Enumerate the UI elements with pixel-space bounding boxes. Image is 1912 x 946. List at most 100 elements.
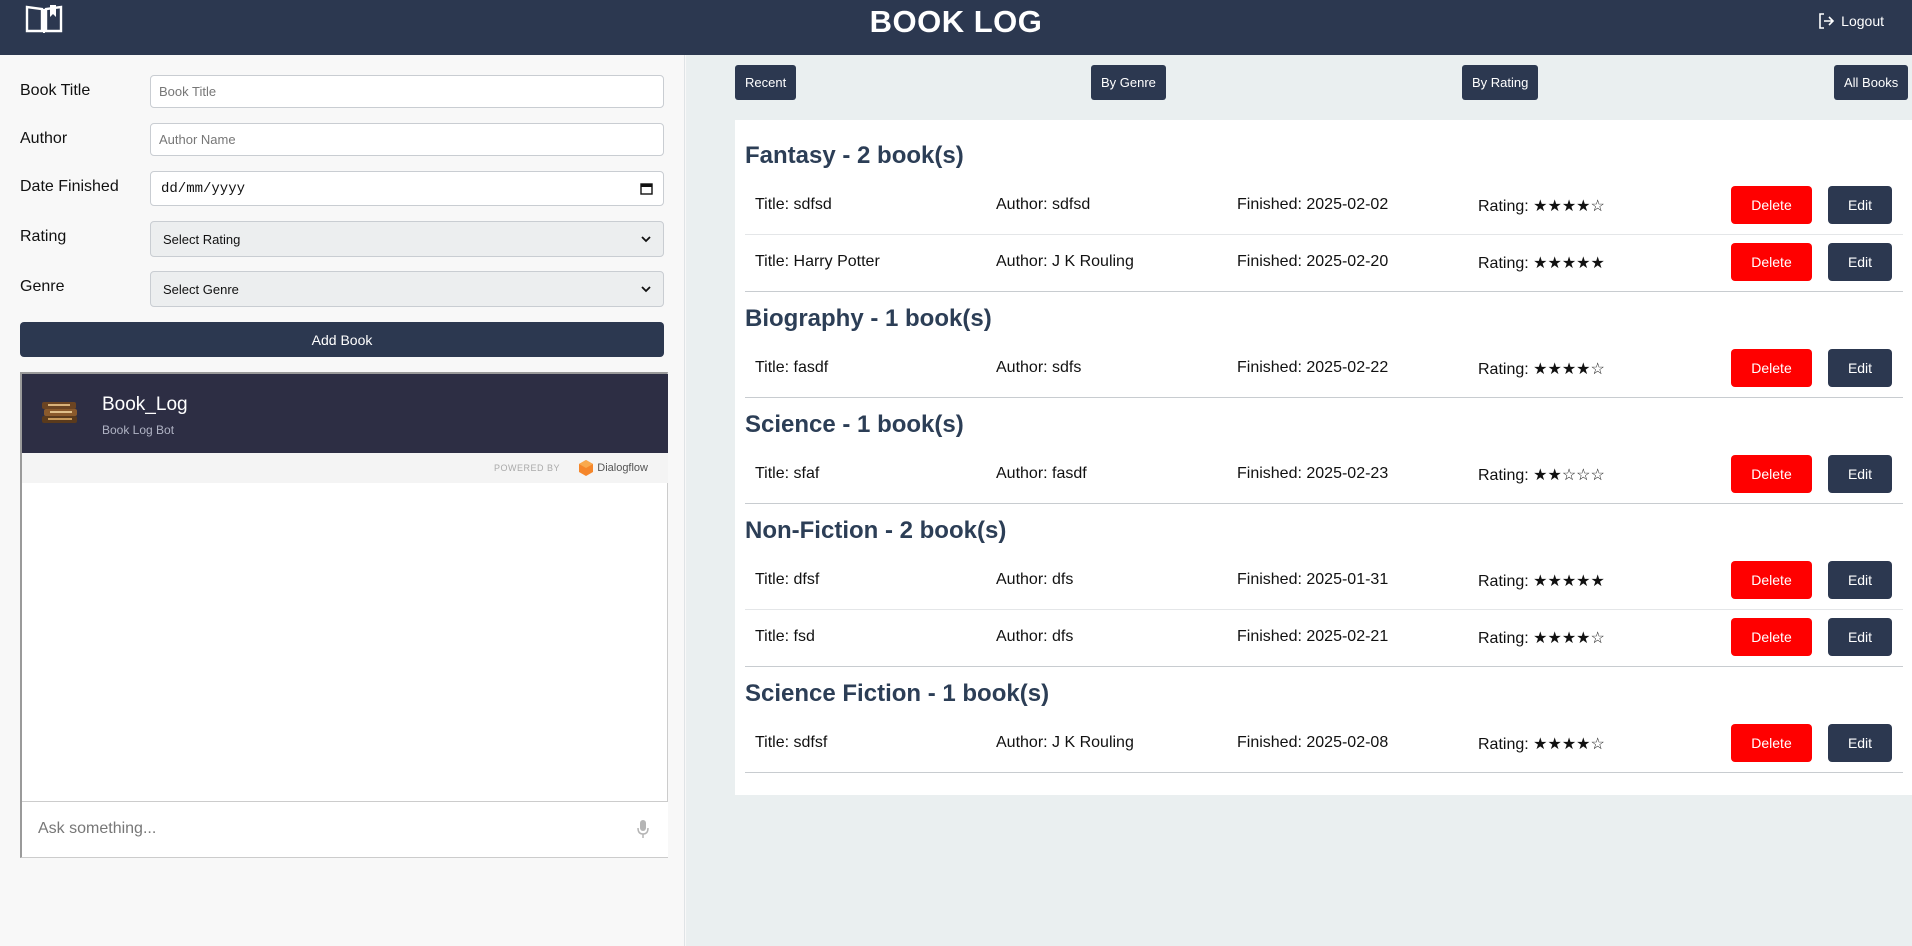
edit-button[interactable]: Edit	[1828, 243, 1892, 281]
chat-header: Book_Log Book Log Bot	[22, 374, 668, 453]
edit-button[interactable]: Edit	[1828, 349, 1892, 387]
book-title: Title: sdfsf	[755, 734, 828, 751]
date-value: dd/mm/yyyy	[161, 180, 246, 197]
delete-button[interactable]: Delete	[1731, 243, 1812, 281]
book-rating: Rating: ★★★★☆	[1478, 361, 1605, 378]
author-input[interactable]	[150, 123, 664, 156]
edit-button[interactable]: Edit	[1828, 186, 1892, 224]
add-book-button[interactable]: Add Book	[20, 322, 664, 357]
book-row: Title: fsd Author: dfs Finished: 2025-02…	[745, 610, 1903, 667]
dialogflow-icon	[579, 460, 594, 476]
chat-input-area[interactable]: Ask something...	[22, 801, 668, 857]
genre-heading: Non-Fiction - 2 book(s)	[745, 517, 1007, 544]
book-stack-icon	[42, 402, 77, 423]
logout-icon	[1819, 13, 1835, 29]
book-title: Title: sfaf	[755, 465, 820, 482]
genre-select[interactable]: Select Genre	[150, 271, 664, 307]
book-row: Title: fasdf Author: sdfs Finished: 2025…	[745, 341, 1903, 398]
filter-by-genre-button[interactable]: By Genre	[1091, 65, 1166, 100]
powered-by-text: POWERED BY	[493, 463, 560, 473]
filter-all-books-button[interactable]: All Books	[1834, 65, 1909, 100]
chevron-down-icon	[641, 285, 651, 292]
rating-selected: Select Rating	[163, 231, 241, 247]
book-title: Title: dfsf	[755, 571, 820, 588]
author-row: Author	[20, 123, 664, 157]
book-author: Author: sdfsd	[996, 196, 1091, 213]
book-row: Title: sfaf Author: fasdf Finished: 2025…	[745, 447, 1903, 504]
date-finished-input[interactable]: dd/mm/yyyy	[150, 171, 664, 206]
genre-selected: Select Genre	[163, 281, 239, 297]
book-rating: Rating: ★★★★★	[1478, 573, 1605, 590]
book-author: Author: J K Rouling	[996, 253, 1134, 270]
dialogflow-logo: Dialogflow	[579, 460, 648, 476]
logout-label: Logout	[1841, 13, 1884, 29]
date-row: Date Finished dd/mm/yyyy	[20, 171, 664, 206]
rating-select[interactable]: Select Rating	[150, 221, 664, 257]
calendar-icon[interactable]	[640, 182, 653, 195]
genre-heading: Science - 1 book(s)	[745, 411, 964, 438]
app-header: BOOK LOG Logout	[0, 0, 1912, 55]
book-list: Fantasy - 2 book(s) Title: sdfsd Author:…	[735, 120, 1912, 795]
book-author: Author: fasdf	[996, 465, 1087, 482]
filter-recent-button[interactable]: Recent	[735, 65, 797, 100]
chevron-down-icon	[641, 235, 651, 242]
book-finished: Finished: 2025-02-02	[1237, 196, 1389, 213]
book-title: Title: sdfsd	[755, 196, 832, 213]
book-row: Title: sdfsf Author: J K Rouling Finishe…	[745, 716, 1903, 773]
filter-by-rating-button[interactable]: By Rating	[1462, 65, 1539, 100]
book-author: Author: J K Rouling	[996, 734, 1134, 751]
book-rating: Rating: ★★★★☆	[1478, 198, 1605, 215]
book-title: Title: Harry Potter	[755, 253, 880, 270]
author-label: Author	[20, 130, 68, 147]
book-title-label: Book Title	[20, 82, 91, 99]
rating-row: Rating Select Rating	[20, 221, 664, 257]
book-list-panel: Recent By Genre By Rating All Books Fant…	[686, 55, 1912, 946]
book-finished: Finished: 2025-02-23	[1237, 465, 1389, 482]
book-rating: Rating: ★★★★★	[1478, 255, 1605, 272]
rating-label: Rating	[20, 228, 67, 245]
date-label: Date Finished	[20, 178, 119, 195]
book-author: Author: dfs	[996, 628, 1074, 645]
book-row: Title: sdfsd Author: sdfsd Finished: 202…	[745, 178, 1903, 235]
delete-button[interactable]: Delete	[1731, 561, 1812, 599]
book-author: Author: sdfs	[996, 359, 1082, 376]
book-row: Title: Harry Potter Author: J K Rouling …	[745, 235, 1903, 292]
bot-subtitle: Book Log Bot	[102, 423, 175, 437]
book-finished: Finished: 2025-02-22	[1237, 359, 1389, 376]
chat-input[interactable]: Ask something...	[38, 820, 156, 838]
genre-heading: Biography - 1 book(s)	[745, 305, 992, 332]
genre-label: Genre	[20, 278, 65, 295]
book-author: Author: dfs	[996, 571, 1074, 588]
book-finished: Finished: 2025-02-08	[1237, 734, 1389, 751]
book-row: Title: dfsf Author: dfs Finished: 2025-0…	[745, 553, 1903, 610]
book-finished: Finished: 2025-01-31	[1237, 571, 1389, 588]
chatbot-widget: Book_Log Book Log Bot POWERED BY Dialogf…	[20, 372, 668, 858]
genre-heading: Fantasy - 2 book(s)	[745, 142, 964, 169]
book-title-input[interactable]	[150, 75, 664, 108]
powered-by-bar: POWERED BY Dialogflow	[22, 453, 668, 483]
book-rating: Rating: ★★★★☆	[1478, 630, 1605, 647]
book-finished: Finished: 2025-02-21	[1237, 628, 1389, 645]
edit-button[interactable]: Edit	[1828, 561, 1892, 599]
microphone-icon[interactable]	[636, 819, 650, 839]
book-title-row: Book Title	[20, 75, 664, 109]
edit-button[interactable]: Edit	[1828, 724, 1892, 762]
delete-button[interactable]: Delete	[1731, 186, 1812, 224]
edit-button[interactable]: Edit	[1828, 618, 1892, 656]
delete-button[interactable]: Delete	[1731, 618, 1812, 656]
book-rating: Rating: ★★★★☆	[1478, 736, 1605, 753]
delete-button[interactable]: Delete	[1731, 455, 1812, 493]
app-title: BOOK LOG	[869, 4, 1043, 39]
genre-row: Genre Select Genre	[20, 271, 664, 307]
book-title: Title: fsd	[755, 628, 815, 645]
genre-heading: Science Fiction - 1 book(s)	[745, 680, 1050, 707]
left-panel: Book Title Author Date Finished dd/mm/yy…	[0, 55, 685, 946]
book-rating: Rating: ★★☆☆☆	[1478, 467, 1605, 484]
delete-button[interactable]: Delete	[1731, 724, 1812, 762]
logout-button[interactable]: Logout	[1817, 12, 1884, 30]
book-title: Title: fasdf	[755, 359, 829, 376]
book-finished: Finished: 2025-02-20	[1237, 253, 1389, 270]
delete-button[interactable]: Delete	[1731, 349, 1812, 387]
dialogflow-label: Dialogflow	[597, 462, 648, 474]
edit-button[interactable]: Edit	[1828, 455, 1892, 493]
